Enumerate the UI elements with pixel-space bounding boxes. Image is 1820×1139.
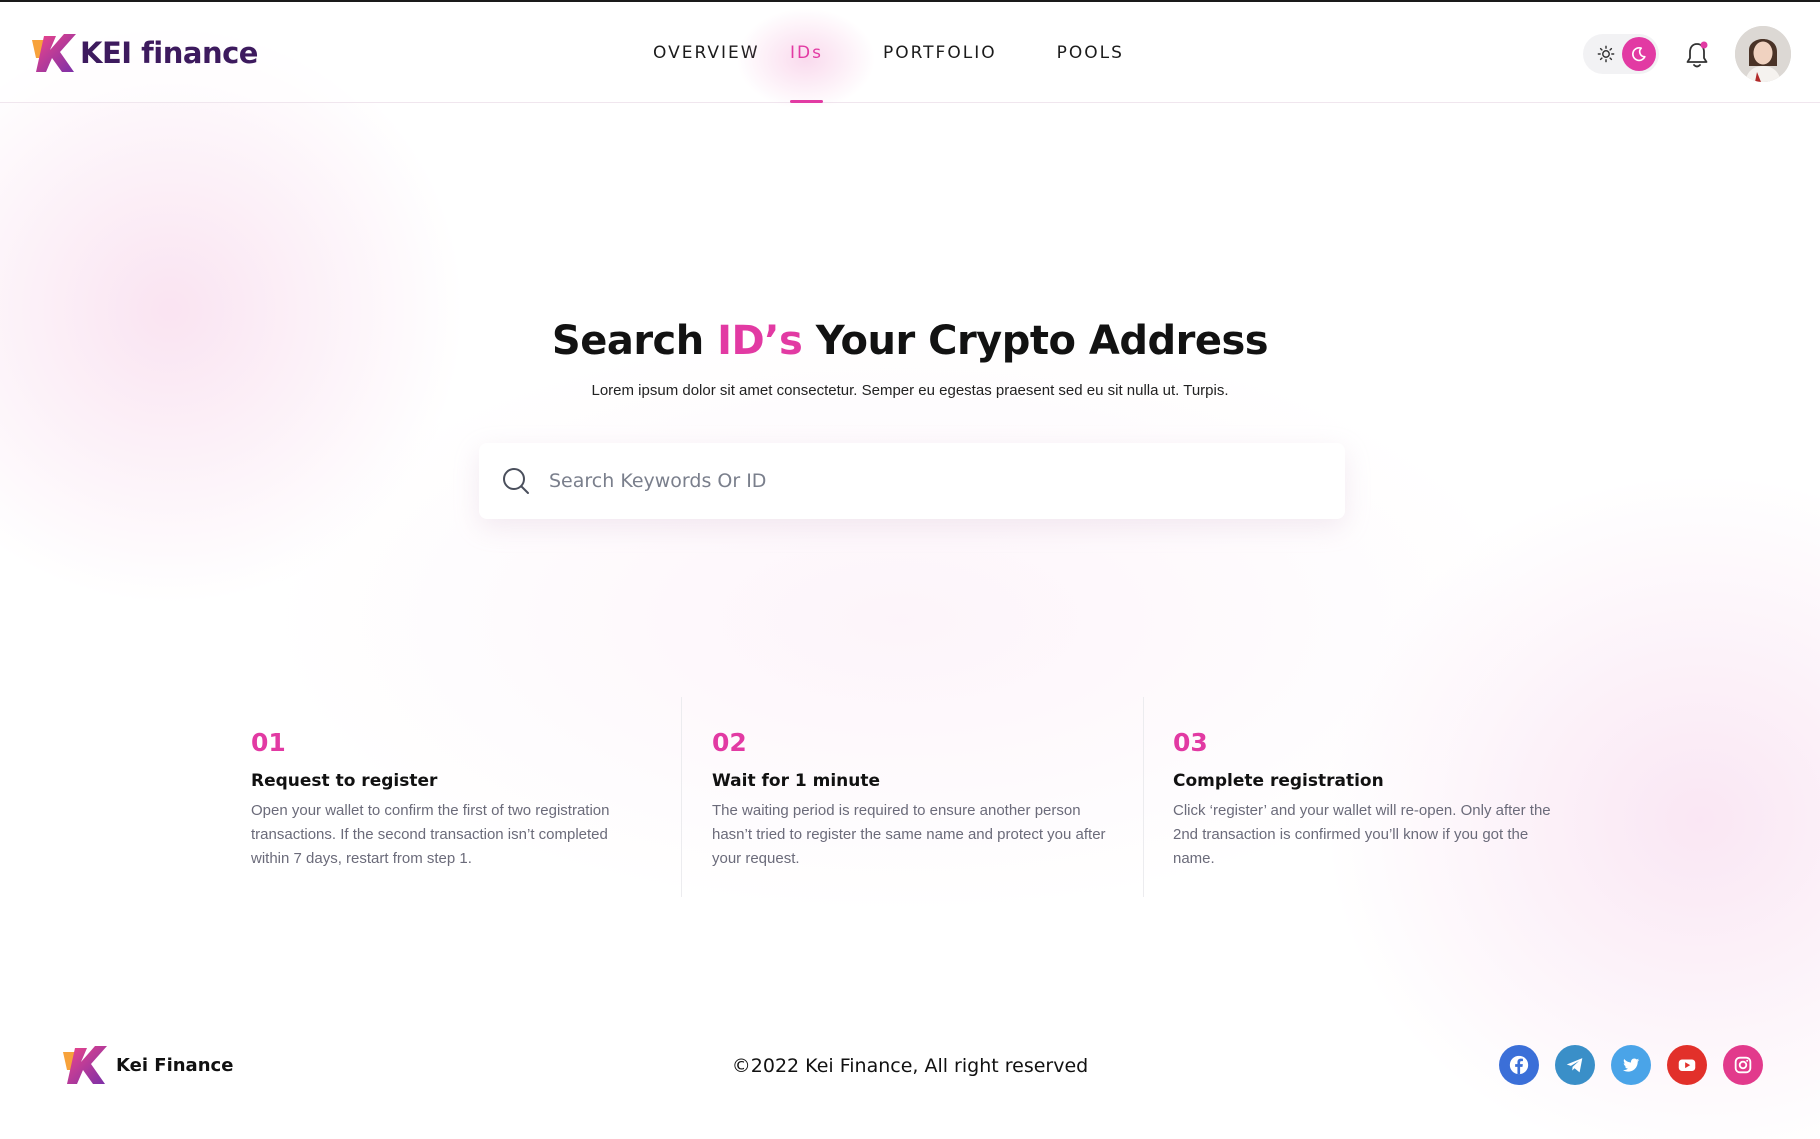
background-glow xyxy=(0,0,1820,1139)
nav-portfolio[interactable]: PORTFOLIO xyxy=(883,2,997,103)
facebook-icon xyxy=(1509,1055,1529,1075)
step-divider xyxy=(1143,697,1144,897)
step-number: 02 xyxy=(712,728,747,757)
nav-portfolio-label: PORTFOLIO xyxy=(882,42,997,63)
telegram-icon xyxy=(1566,1058,1583,1073)
theme-toggle-knob[interactable] xyxy=(1622,37,1656,71)
youtube-link[interactable] xyxy=(1667,1045,1707,1085)
search-icon[interactable] xyxy=(501,466,531,496)
step-title: Wait for 1 minute xyxy=(712,771,881,791)
step-title: Request to register xyxy=(251,771,438,791)
sun-icon xyxy=(1597,45,1615,63)
nav-ids-label: IDs xyxy=(790,42,823,63)
step-number: 01 xyxy=(251,728,286,757)
search-input[interactable] xyxy=(549,443,1319,519)
instagram-link[interactable] xyxy=(1723,1045,1763,1085)
registration-steps: 01 Request to register Open your wallet … xyxy=(0,697,1820,897)
page-title: Search ID’s Your Crypto Address xyxy=(0,318,1820,364)
nav-pools[interactable]: POOLS xyxy=(1057,2,1124,103)
twitter-icon xyxy=(1623,1058,1640,1072)
facebook-link[interactable] xyxy=(1499,1045,1539,1085)
top-nav-bar: KEI finance OVERVIEW IDs PORTFOLIO POOLS xyxy=(0,2,1820,103)
step-number: 03 xyxy=(1173,728,1208,757)
youtube-icon xyxy=(1678,1059,1696,1071)
nav-overview[interactable]: OVERVIEW xyxy=(653,2,778,103)
avatar[interactable] xyxy=(1735,26,1791,82)
moon-icon xyxy=(1632,46,1646,62)
search-box[interactable] xyxy=(479,443,1345,519)
step-title: Complete registration xyxy=(1173,771,1384,791)
theme-toggle[interactable] xyxy=(1583,34,1659,74)
nav-pools-label: POOLS xyxy=(1056,42,1124,63)
telegram-link[interactable] xyxy=(1555,1045,1595,1085)
title-part-2: Your Crypto Address xyxy=(802,318,1269,364)
brand-name: KEI finance xyxy=(80,36,258,70)
bell-icon[interactable] xyxy=(1683,40,1711,70)
step-divider xyxy=(681,697,682,897)
step-description: The waiting period is required to ensure… xyxy=(712,802,1106,867)
social-links xyxy=(1499,1045,1763,1085)
page-subtitle: Lorem ipsum dolor sit amet consectetur. … xyxy=(591,382,1229,399)
main-nav: OVERVIEW IDs PORTFOLIO POOLS xyxy=(653,2,1124,103)
step-description: Open your wallet to confirm the first of… xyxy=(251,802,610,867)
instagram-icon xyxy=(1734,1056,1752,1074)
twitter-link[interactable] xyxy=(1611,1045,1651,1085)
brand-logo[interactable]: KEI finance xyxy=(30,32,258,74)
kei-logo-icon xyxy=(32,34,76,72)
step-description: Click ‘register’ and your wallet will re… xyxy=(1173,802,1551,867)
title-part-1: Search xyxy=(551,318,718,364)
avatar-image xyxy=(1735,26,1791,82)
nav-overview-label: OVERVIEW xyxy=(653,42,760,63)
nav-ids[interactable]: IDs xyxy=(790,2,823,103)
title-accent: ID’s xyxy=(717,318,803,364)
